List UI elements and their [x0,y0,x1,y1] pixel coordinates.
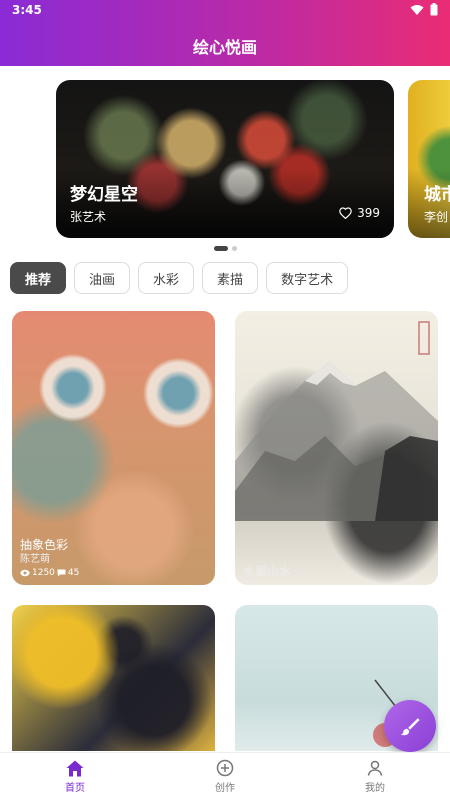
featured-carousel[interactable]: 梦幻星空 张艺术 399 城市 李创 [0,80,450,240]
comment-count: 45 [67,568,80,578]
category-tab-digital[interactable]: 数字艺术 [266,262,349,294]
artwork-meta: 水墨山水 [243,564,291,579]
artwork-stats: 1250 45 [20,567,79,579]
featured-likes[interactable]: 399 [339,206,380,220]
seal-stamp [418,321,430,355]
status-bar: 3:45 [0,0,450,20]
artwork-title: 抽象色彩 [20,538,69,552]
status-icons [410,3,438,16]
brush-icon [400,718,420,736]
artwork-card[interactable]: 水墨山水 [235,311,438,585]
category-tabs: 推荐 油画 水彩 素描 数字艺术 [10,262,349,294]
artwork-meta: 抽象色彩 陈艺萌 1250 45 [20,538,79,579]
featured-author-next: 李创 [424,210,449,224]
artwork-card[interactable] [12,605,215,751]
featured-card[interactable]: 梦幻星空 张艺术 399 [56,80,394,238]
category-tab-sketch[interactable]: 素描 [202,262,259,294]
nav-create[interactable]: 创作 [150,753,300,800]
battery-icon [430,3,438,16]
view-count: 1250 [32,568,55,578]
page-title: 绘心悦画 [192,38,257,57]
category-tab-watercolor[interactable]: 水彩 [138,262,195,294]
app-screen: 3:45 绘心悦画 梦幻星空 张艺术 399 城市 李创 推荐 油画 水彩 素描… [0,0,450,800]
profile-icon [367,760,383,776]
nav-profile[interactable]: 我的 [300,753,450,800]
eye-icon [20,569,30,577]
nav-create-label: 创作 [215,783,235,794]
featured-title: 梦幻星空 [70,185,138,205]
status-time: 3:45 [12,3,42,17]
artwork-author: 陈艺萌 [20,554,50,565]
app-header: 3:45 绘心悦画 [0,0,450,66]
nav-home[interactable]: 首页 [0,753,150,800]
ink-mountain-art [235,361,438,521]
artwork-title: 水墨山水 [243,564,292,578]
wifi-icon [410,4,424,15]
carousel-dot-active [213,246,228,251]
artwork-grid: 抽象色彩 陈艺萌 1250 45 水墨山水 [12,311,438,751]
artwork-card[interactable]: 抽象色彩 陈艺萌 1250 45 [12,311,215,585]
add-circle-icon [216,759,234,777]
heart-icon [339,207,352,219]
likes-count: 399 [357,206,380,220]
nav-home-label: 首页 [65,782,85,794]
featured-title-next: 城市 [424,185,450,205]
home-icon [66,760,84,776]
featured-author: 张艺术 [70,210,107,224]
category-tab-recommended[interactable]: 推荐 [10,262,67,294]
featured-card-next[interactable]: 城市 李创 [408,80,450,238]
bottom-nav: 首页 创作 我的 [0,752,450,800]
category-tab-oil[interactable]: 油画 [74,262,131,294]
nav-profile-label: 我的 [365,783,385,794]
carousel-dot [231,246,237,251]
comment-icon [57,569,66,577]
carousel-indicator [0,246,450,251]
create-fab-button[interactable] [384,700,436,752]
